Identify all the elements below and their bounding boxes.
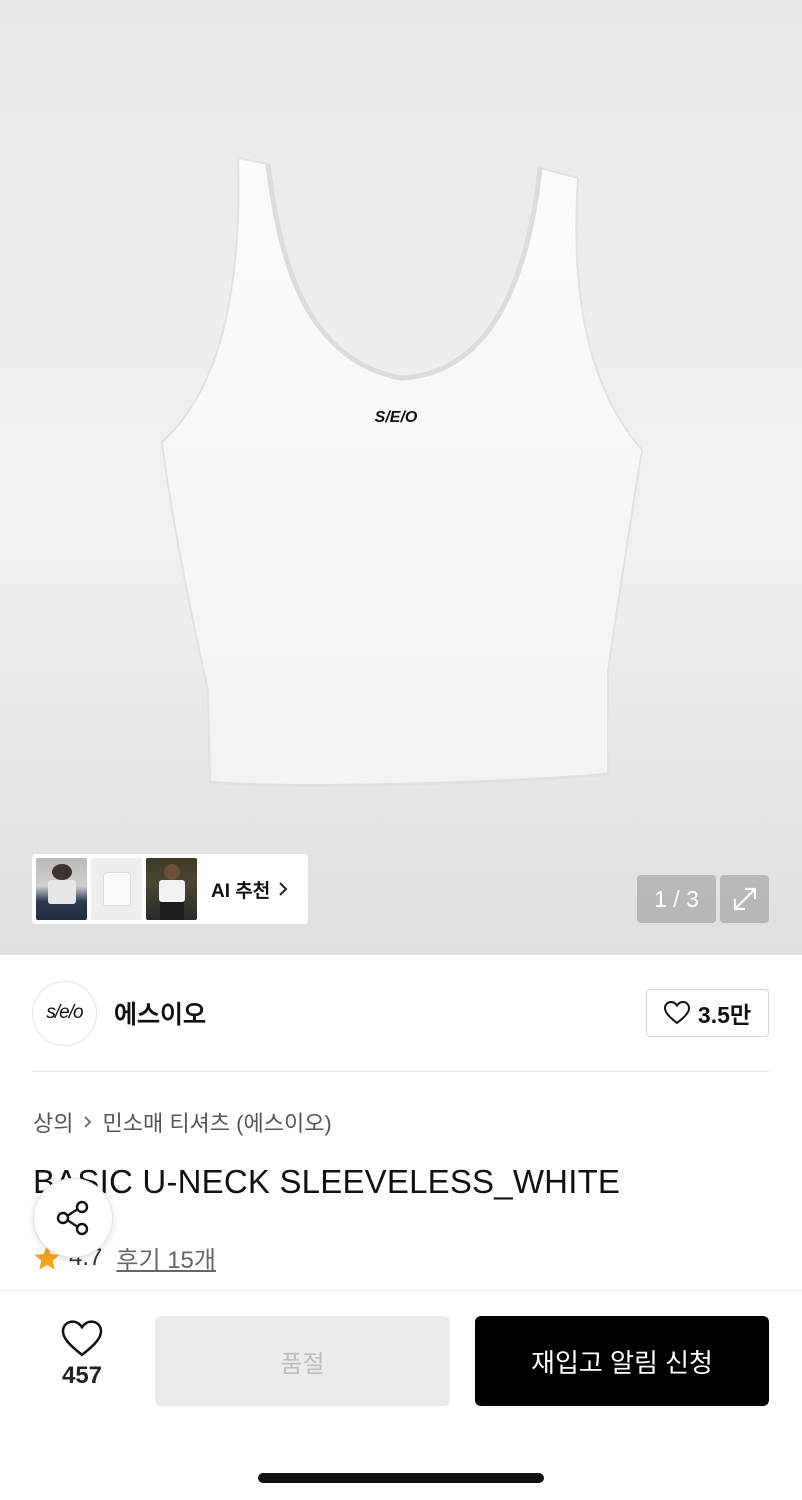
brand-logo[interactable]: s/e/o <box>32 980 97 1046</box>
expand-button[interactable] <box>720 875 769 923</box>
heart-icon <box>663 1001 690 1025</box>
image-pager: 1 / 3 <box>637 875 716 923</box>
home-indicator <box>258 1473 544 1483</box>
review-count-link[interactable]: 후기 15개 <box>116 1240 216 1275</box>
product-image: S/E/O <box>160 156 644 787</box>
brand-row[interactable]: s/e/o 에스이오 3.5만 <box>32 980 769 1046</box>
product-image-area[interactable]: S/E/O AI 추천 1 / 3 <box>0 0 802 955</box>
chevron-right-icon <box>84 1116 92 1128</box>
breadcrumb-subcategory[interactable]: 민소매 티셔츠 (에스이오) <box>102 1106 331 1138</box>
share-button[interactable] <box>33 1178 113 1258</box>
share-icon <box>56 1200 89 1236</box>
recommend-thumb-3 <box>146 858 197 920</box>
recommend-thumb-2 <box>91 858 142 920</box>
divider <box>32 1071 769 1072</box>
ai-recommend-button[interactable]: AI 추천 <box>32 854 308 924</box>
expand-icon <box>733 887 756 911</box>
brand-like-count: 3.5만 <box>697 1002 752 1028</box>
heart-icon <box>61 1320 103 1357</box>
restock-alert-button[interactable]: 재입고 알림 신청 <box>475 1316 769 1406</box>
breadcrumb: 상의 민소매 티셔츠 (에스이오) <box>33 1106 332 1138</box>
chevron-right-icon <box>279 882 288 896</box>
breadcrumb-category[interactable]: 상의 <box>33 1106 73 1138</box>
brand-like-button[interactable]: 3.5만 <box>646 989 769 1037</box>
wish-button[interactable]: 457 <box>50 1320 114 1390</box>
ai-recommend-label: AI 추천 <box>211 880 271 902</box>
product-title: BASIC U-NECK SLEEVELESS_WHITE <box>33 1163 621 1200</box>
wish-count: 457 <box>61 1362 103 1389</box>
soldout-button[interactable]: 품절 <box>155 1316 450 1406</box>
recommend-thumb-1 <box>36 858 87 920</box>
brand-name[interactable]: 에스이오 <box>114 995 206 1031</box>
svg-text:S/E/O: S/E/O <box>375 409 418 426</box>
